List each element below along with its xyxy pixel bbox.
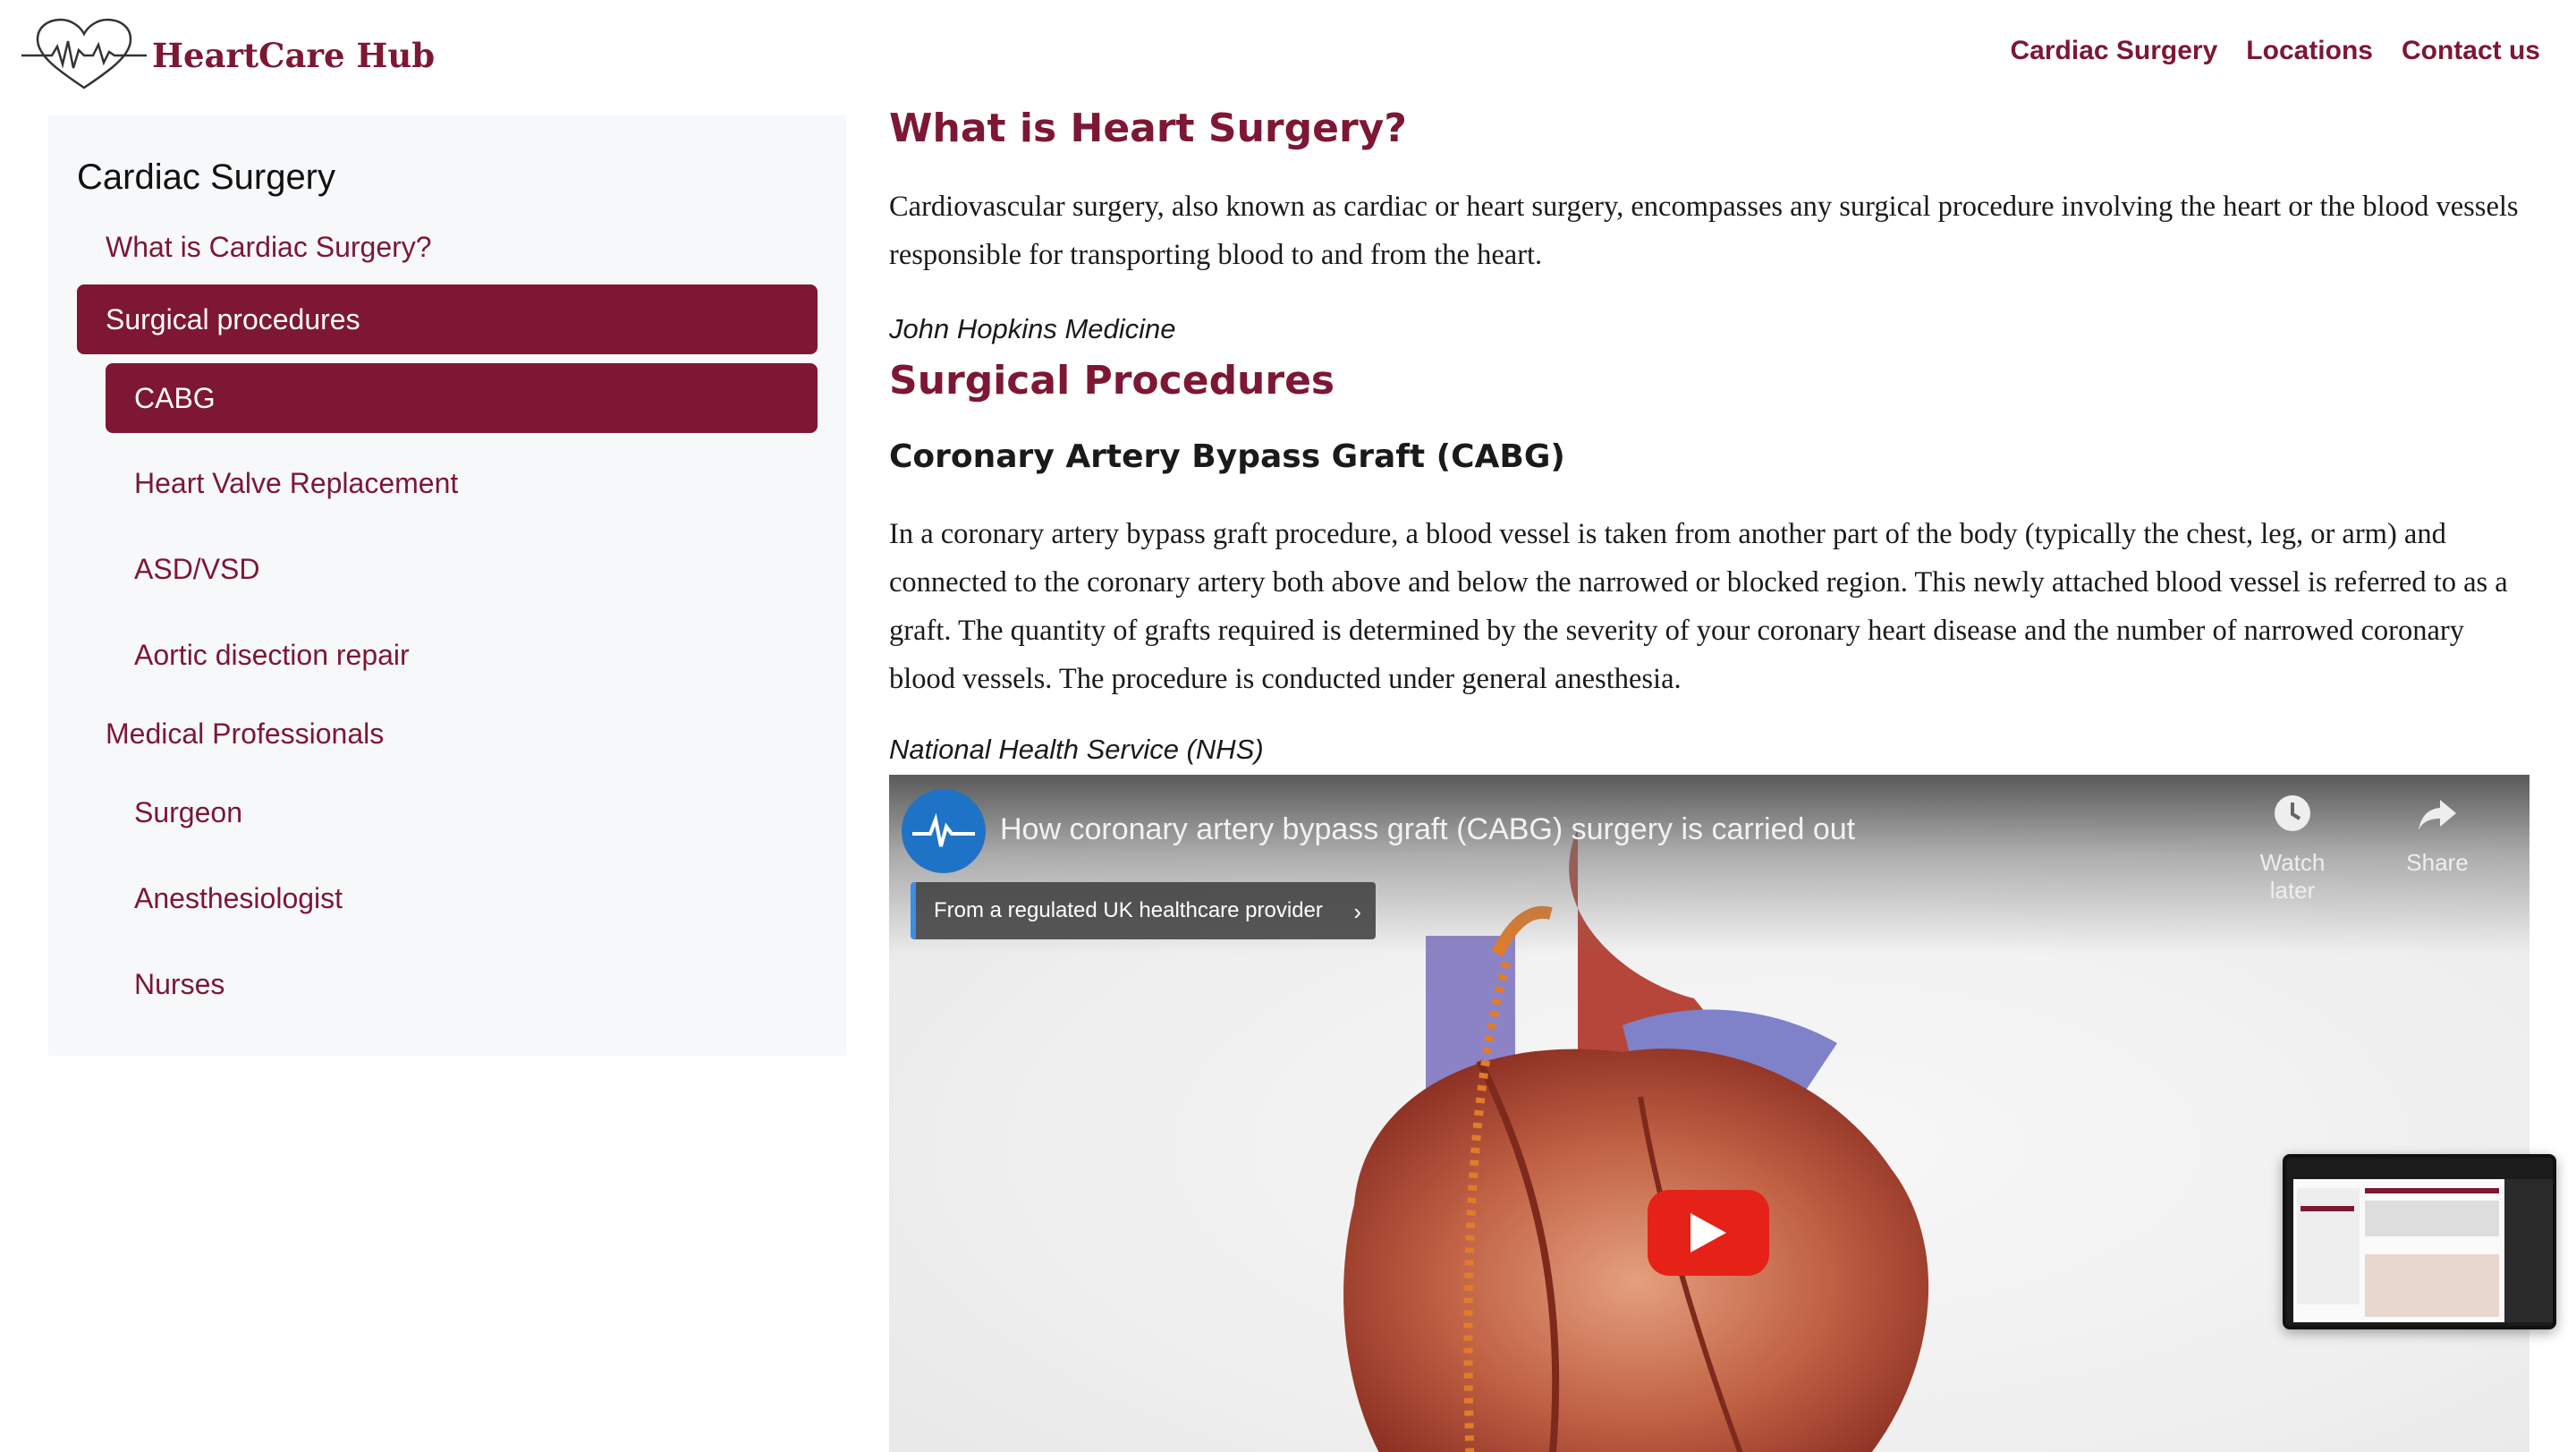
page-title: What is Heart Surgery? [889,106,1407,151]
brand-logo[interactable]: HeartCare Hub [21,16,435,95]
nav-contact-us[interactable]: Contact us [2402,36,2540,66]
video-title[interactable]: How coronary artery bypass graft (CABG) … [1000,812,1855,847]
section-title-surgical-procedures: Surgical Procedures [889,358,1335,403]
heartbeat-icon [912,812,975,847]
brand-name: HeartCare Hub [152,36,436,75]
intro-paragraph: Cardiovascular surgery, also known as ca… [889,191,2519,271]
chevron-right-icon: › [1353,898,1361,925]
main-nav: Cardiac Surgery Locations Contact us [2011,36,2540,66]
sidebar-item-cabg[interactable]: CABG [106,363,818,433]
cabg-paragraph: In a coronary artery bypass graft proced… [889,518,2508,695]
watch-later-label: Watch later [2259,849,2326,904]
preview-active-item [2301,1206,2354,1211]
sidebar: Cardiac Surgery What is Cardiac Surgery?… [48,115,846,1056]
sidebar-item-label: Surgical procedures [106,302,360,335]
watch-later-button[interactable]: Watch later [2243,793,2342,904]
subsection-title-cabg: Coronary Artery Bypass Graft (CABG) [889,438,1565,475]
site-header: HeartCare Hub Cardiac Surgery Locations … [0,0,2576,109]
preview-heading [2365,1188,2499,1193]
sidebar-item-what-is-cardiac-surgery[interactable]: What is Cardiac Surgery? [106,231,432,264]
provider-info-banner[interactable]: From a regulated UK healthcare provider … [911,882,1376,939]
intro-source: John Hopkins Medicine [889,313,1176,344]
video-player[interactable]: How coronary artery bypass graft (CABG) … [889,775,2529,1452]
sidebar-item-surgeon[interactable]: Surgeon [134,796,242,829]
share-button[interactable]: Share [2388,793,2487,877]
channel-avatar[interactable] [902,789,986,873]
sidebar-item-anesthesiologist[interactable]: Anesthesiologist [134,882,343,915]
preview-text [2365,1201,2499,1236]
play-icon [1690,1213,1726,1252]
sidebar-title: Cardiac Surgery [77,157,336,197]
sidebar-item-label: CABG [134,381,216,414]
sidebar-item-asd-vsd[interactable]: ASD/VSD [134,553,259,586]
screen-preview-thumbnail[interactable] [2283,1154,2556,1329]
provider-note: From a regulated UK healthcare provider [934,898,1323,922]
nav-cardiac-surgery[interactable]: Cardiac Surgery [2011,36,2218,66]
preview-screen [2293,1179,2553,1322]
share-label: Share [2406,849,2469,876]
clock-icon [2275,795,2310,831]
sidebar-item-medical-professionals[interactable]: Medical Professionals [106,718,384,751]
sidebar-item-nurses[interactable]: Nurses [134,968,225,1001]
play-button[interactable] [1648,1190,1769,1276]
sidebar-item-aortic-dissection-repair[interactable]: Aortic disection repair [134,639,410,672]
preview-devtools [2504,1179,2553,1322]
nav-locations[interactable]: Locations [2246,36,2373,66]
sidebar-item-heart-valve-replacement[interactable]: Heart Valve Replacement [134,467,458,500]
cabg-source: National Health Service (NHS) [889,734,1264,765]
sidebar-item-surgical-procedures[interactable]: Surgical procedures [77,284,818,354]
preview-video [2365,1254,2499,1317]
share-arrow-icon [2419,800,2456,830]
heart-pulse-logo-icon [21,18,147,89]
